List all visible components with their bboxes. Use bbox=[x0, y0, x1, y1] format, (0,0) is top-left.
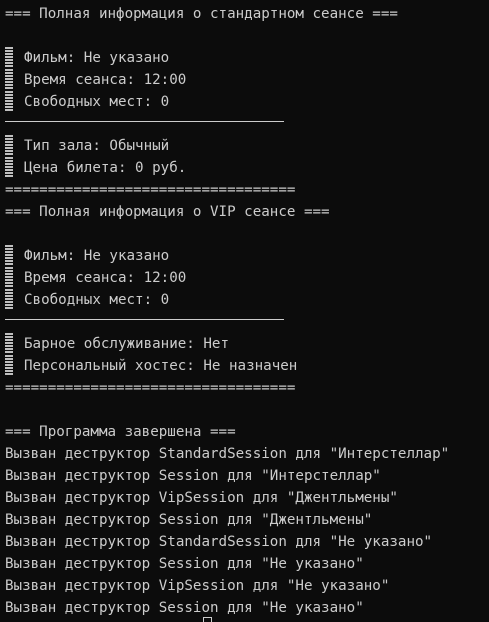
standard-session-header: === Полная информация о стандартном сеан… bbox=[5, 6, 398, 22]
standard-price-line: Цена билета: 0 руб. bbox=[24, 160, 187, 176]
vip-bar-service-line: Барное обслуживание: Нет bbox=[24, 336, 229, 352]
destructor-line: Вызван деструктор VipSession для "Не ука… bbox=[5, 578, 390, 594]
standard-film-line: Фильм: Не указано bbox=[24, 50, 170, 66]
block-bar-marker bbox=[5, 47, 13, 67]
block-bar-marker bbox=[5, 69, 13, 89]
destructor-line: Вызван деструктор StandardSession для "И… bbox=[5, 446, 450, 462]
vip-host-line: Персональный хостес: Не назначен bbox=[24, 358, 298, 374]
vip-seats-line: Свободных мест: 0 bbox=[24, 292, 170, 308]
block-bar-marker bbox=[5, 355, 13, 375]
standard-seats-line: Свободных мест: 0 bbox=[24, 94, 170, 110]
destructor-line: Вызван деструктор Session для "Не указан… bbox=[5, 556, 364, 572]
vip-separator: ================================== bbox=[5, 380, 296, 396]
destructor-line: Вызван деструктор Session для "Не указан… bbox=[5, 600, 364, 616]
block-bar-marker bbox=[5, 289, 13, 309]
standard-time-line: Время сеанса: 12:00 bbox=[24, 72, 187, 88]
vip-time-line: Время сеанса: 12:00 bbox=[24, 270, 187, 286]
block-bar-marker bbox=[5, 245, 13, 265]
vip-film-line: Фильм: Не указано bbox=[24, 248, 170, 264]
destructor-line: Вызван деструктор Session для "Интерстел… bbox=[5, 468, 381, 484]
block-bar-marker bbox=[5, 91, 13, 111]
standard-separator: ================================== bbox=[5, 182, 296, 198]
standard-hall-line: Тип зала: Обычный bbox=[24, 138, 170, 154]
terminal-window[interactable]: === Полная информация о стандартном сеан… bbox=[0, 0, 489, 622]
destructor-line: Вызван деструктор StandardSession для "Н… bbox=[5, 534, 433, 550]
program-end-line: === Программа завершена === bbox=[5, 424, 236, 440]
destructor-line: Вызван деструктор VipSession для "Джентл… bbox=[5, 490, 398, 506]
vip-session-header: === Полная информация о VIP сеансе === bbox=[5, 204, 330, 220]
block-bar-marker bbox=[5, 157, 13, 177]
divider-line bbox=[5, 319, 284, 320]
block-bar-marker bbox=[5, 267, 13, 287]
block-bar-marker bbox=[5, 333, 13, 353]
block-bar-marker bbox=[5, 135, 13, 155]
divider-line bbox=[5, 121, 284, 122]
destructor-line: Вызван деструктор Session для "Джентльме… bbox=[5, 512, 373, 528]
text-cursor bbox=[203, 617, 212, 622]
